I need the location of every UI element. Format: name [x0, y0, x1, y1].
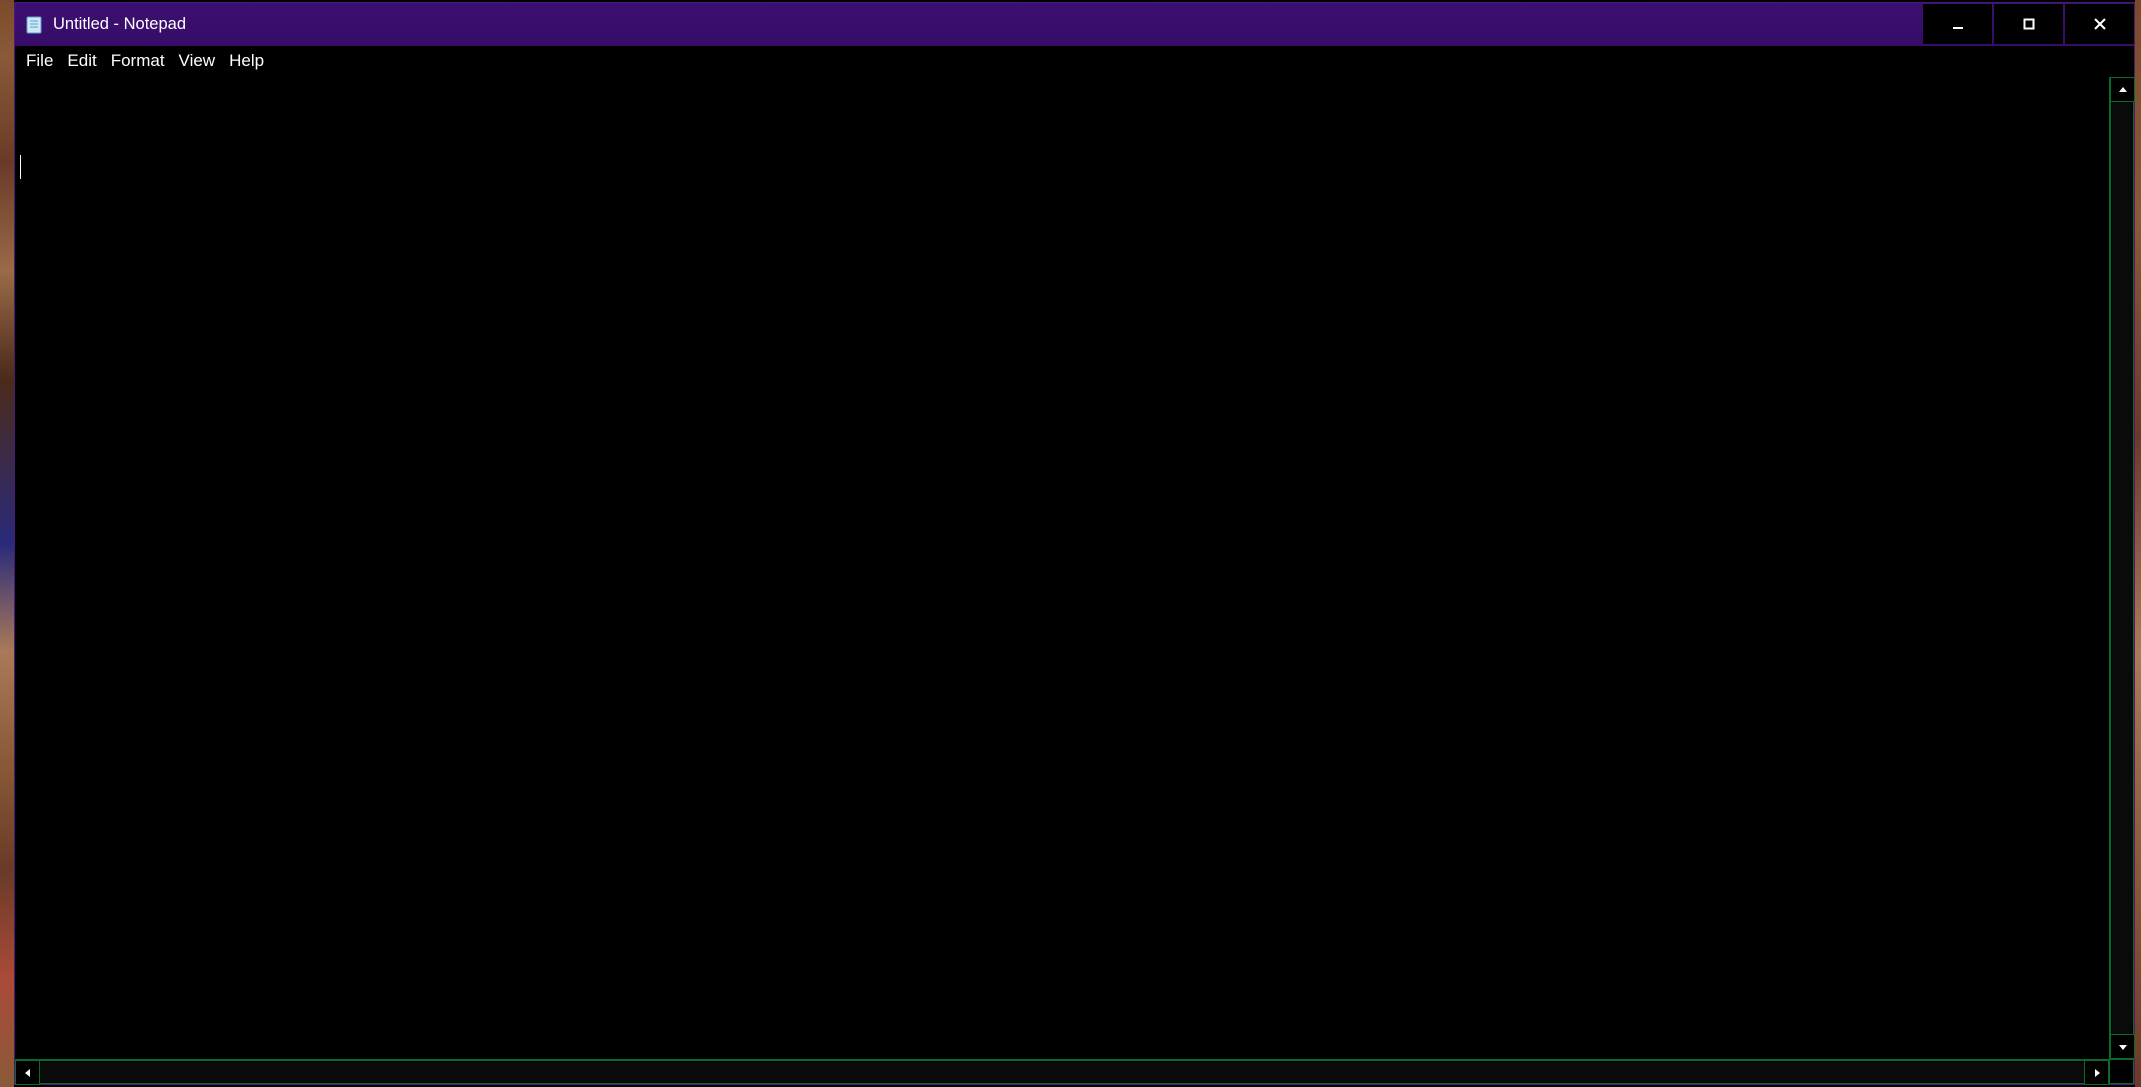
- minimize-button[interactable]: [1923, 4, 1992, 44]
- close-button[interactable]: [2065, 4, 2134, 44]
- menu-help[interactable]: Help: [222, 47, 271, 75]
- notepad-app-icon: [23, 14, 45, 36]
- vertical-scroll-track[interactable]: [2110, 102, 2134, 1034]
- bottom-scroll-row: [15, 1059, 2134, 1084]
- titlebar[interactable]: Untitled - Notepad: [15, 3, 2134, 46]
- desktop-background-right: [2135, 0, 2141, 1087]
- horizontal-scroll-thumb[interactable]: [40, 1062, 2084, 1082]
- resize-grip[interactable]: [2109, 1059, 2134, 1084]
- scroll-right-button[interactable]: [2084, 1060, 2109, 1085]
- window-title: Untitled - Notepad: [53, 15, 1923, 34]
- desktop-background-left: [0, 0, 14, 1087]
- scroll-left-button[interactable]: [15, 1060, 40, 1085]
- vertical-scroll-thumb[interactable]: [2112, 102, 2132, 1034]
- horizontal-scroll-track[interactable]: [40, 1060, 2084, 1084]
- menu-format[interactable]: Format: [104, 47, 172, 75]
- text-caret: [20, 155, 21, 179]
- menu-view[interactable]: View: [172, 47, 223, 75]
- maximize-button[interactable]: [1994, 4, 2063, 44]
- menu-file[interactable]: File: [19, 47, 60, 75]
- text-editor[interactable]: [15, 77, 2109, 1059]
- client-area: [15, 77, 2134, 1059]
- menubar: File Edit Format View Help: [15, 46, 2134, 77]
- notepad-window: Untitled - Notepad File Edit Format View…: [14, 2, 2135, 1085]
- window-controls: [1923, 3, 2134, 46]
- scroll-down-button[interactable]: [2110, 1034, 2135, 1059]
- scroll-up-button[interactable]: [2110, 77, 2135, 102]
- vertical-scrollbar[interactable]: [2109, 77, 2134, 1059]
- menu-edit[interactable]: Edit: [60, 47, 103, 75]
- horizontal-scrollbar[interactable]: [15, 1059, 2109, 1084]
